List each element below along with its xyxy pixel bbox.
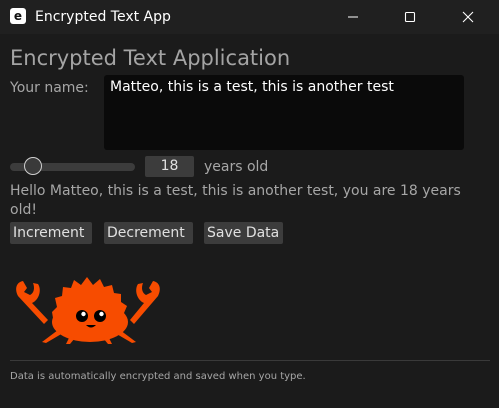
- minimize-icon: [348, 16, 358, 18]
- increment-button[interactable]: Increment: [10, 222, 92, 244]
- save-data-button[interactable]: Save Data: [204, 222, 283, 244]
- name-label: Your name:: [10, 80, 89, 96]
- close-button[interactable]: [445, 0, 491, 34]
- slider-handle[interactable]: [23, 157, 42, 175]
- app-content: Encrypted Text Application Your name: Ma…: [0, 34, 499, 408]
- age-suffix-label: years old: [204, 159, 269, 175]
- minimize-button[interactable]: [330, 0, 376, 34]
- app-icon: e: [10, 8, 26, 24]
- name-input[interactable]: Matteo, this is a test, this is another …: [104, 75, 464, 150]
- page-title: Encrypted Text Application: [10, 46, 291, 70]
- close-icon: [462, 11, 474, 23]
- age-value-field[interactable]: 18: [145, 156, 194, 177]
- ferris-crab-icon: [16, 277, 160, 344]
- maximize-button[interactable]: [387, 0, 433, 34]
- window-title: Encrypted Text App: [35, 9, 171, 25]
- maximize-icon: [404, 11, 416, 23]
- divider: [10, 360, 490, 361]
- footer-note: Data is automatically encrypted and save…: [10, 371, 306, 382]
- age-slider[interactable]: [10, 157, 135, 175]
- decrement-button[interactable]: Decrement: [104, 222, 193, 244]
- title-bar: e Encrypted Text App: [0, 0, 499, 34]
- greeting-text: Hello Matteo, this is a test, this is an…: [10, 183, 461, 218]
